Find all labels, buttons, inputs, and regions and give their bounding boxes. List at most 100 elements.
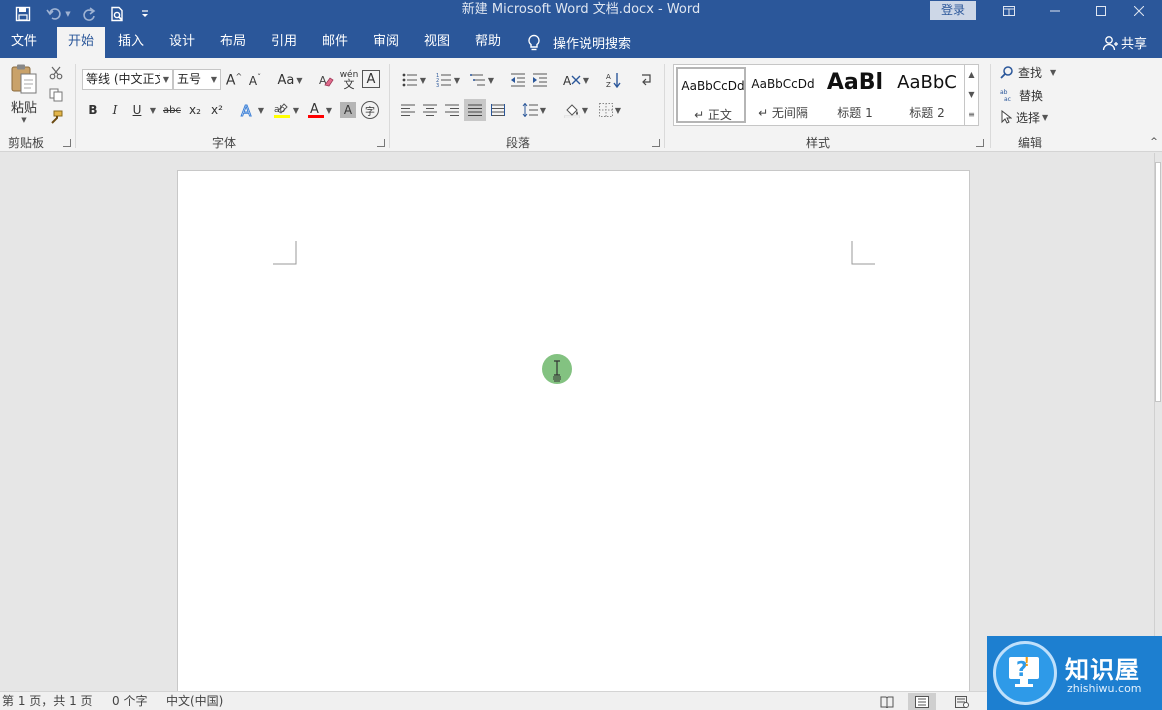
- chevron-down-icon: ▼: [581, 105, 589, 115]
- ribbon-display-options-button[interactable]: [986, 0, 1032, 22]
- strikethrough-button[interactable]: abc: [161, 100, 183, 120]
- tab-layout[interactable]: 布局: [209, 27, 257, 58]
- read-mode-button[interactable]: [873, 693, 901, 710]
- paragraph-mark-icon: [642, 74, 651, 86]
- share-button[interactable]: 共享: [1102, 27, 1147, 58]
- font-family-combo[interactable]: 等线 (中文正文) ▼: [82, 69, 173, 90]
- select-button[interactable]: 选择 ▼: [1000, 108, 1062, 126]
- tab-design[interactable]: 设计: [158, 27, 206, 58]
- superscript-button[interactable]: x²: [207, 100, 227, 120]
- page-count[interactable]: 第 1 页，共 1 页: [2, 693, 93, 710]
- word-count[interactable]: 0 个字: [112, 693, 147, 710]
- print-layout-button[interactable]: [908, 693, 936, 710]
- align-left-button[interactable]: [398, 100, 418, 120]
- increase-indent-button[interactable]: [530, 70, 550, 90]
- cut-button[interactable]: [46, 64, 66, 82]
- line-spacing-icon: [522, 103, 538, 117]
- language-indicator[interactable]: 中文(中国): [166, 693, 223, 710]
- line-spacing-button[interactable]: ▼: [518, 100, 550, 120]
- distributed-icon: [491, 104, 505, 116]
- customize-qat-button[interactable]: [134, 0, 156, 27]
- align-center-button[interactable]: [420, 100, 440, 120]
- gallery-scroll-down[interactable]: ▼: [964, 85, 978, 105]
- style-no-spacing[interactable]: AaBbCcDd ↵ 无间隔: [748, 67, 818, 123]
- highlight-button[interactable]: ab ▼: [270, 100, 302, 120]
- gallery-more[interactable]: ≡: [964, 105, 978, 125]
- character-border-button[interactable]: A: [362, 70, 380, 88]
- style-heading-2[interactable]: AaBbC 标题 2: [892, 67, 962, 123]
- svg-text:ab: ab: [1000, 89, 1008, 96]
- replace-button[interactable]: ab ac 替换: [1000, 86, 1052, 104]
- tab-references[interactable]: 引用: [260, 27, 308, 58]
- svg-text:ab: ab: [274, 105, 286, 115]
- text-effects-button[interactable]: A ▼: [237, 100, 267, 120]
- style-normal[interactable]: AaBbCcDd ↵ 正文: [676, 67, 746, 123]
- underline-button[interactable]: U: [128, 100, 146, 120]
- undo-dropdown[interactable]: ▼: [62, 0, 74, 27]
- bold-button[interactable]: B: [84, 100, 102, 120]
- bullets-button[interactable]: ▼: [398, 70, 430, 90]
- character-shading-button[interactable]: A: [340, 102, 356, 118]
- ibeam-cursor-icon: [553, 360, 561, 382]
- web-layout-button[interactable]: [948, 693, 976, 710]
- scrollbar-thumb[interactable]: [1155, 162, 1161, 402]
- font-color-button[interactable]: A ▼: [305, 100, 335, 120]
- maximize-icon: [1096, 6, 1106, 16]
- replace-icon: abac: [1000, 89, 1011, 102]
- tab-file[interactable]: 文件: [0, 27, 48, 58]
- tab-home[interactable]: 开始: [57, 27, 105, 58]
- redo-button[interactable]: [76, 0, 102, 27]
- tab-mailings[interactable]: 邮件: [311, 27, 359, 58]
- styles-launcher[interactable]: [976, 139, 984, 147]
- clipboard-launcher[interactable]: [63, 139, 71, 147]
- font-family-value: 等线 (中文正文): [86, 72, 172, 86]
- print-preview-icon: [111, 6, 123, 21]
- borders-button[interactable]: ▼: [594, 100, 626, 120]
- underline-dropdown[interactable]: ▼: [146, 100, 158, 120]
- find-button[interactable]: 查找 ▼: [1000, 63, 1062, 81]
- tab-view[interactable]: 视图: [413, 27, 461, 58]
- sort-button[interactable]: AZ: [604, 70, 624, 90]
- change-case-button[interactable]: Aa ▼: [274, 70, 306, 90]
- character-shading-icon: A: [343, 103, 353, 117]
- decrease-indent-button[interactable]: [508, 70, 528, 90]
- chevron-down-icon: ▼: [160, 70, 172, 89]
- paste-button[interactable]: 粘贴 ▼: [6, 62, 42, 124]
- numbering-button[interactable]: 1 2 3 ▼: [432, 70, 464, 90]
- grow-font-button[interactable]: A^: [225, 70, 243, 90]
- tab-help[interactable]: 帮助: [464, 27, 512, 58]
- tell-me-search[interactable]: 操作说明搜索: [527, 27, 631, 58]
- align-right-button[interactable]: [442, 100, 462, 120]
- collapse-ribbon-button[interactable]: ^: [1148, 136, 1160, 148]
- enclose-characters-button[interactable]: 字: [361, 101, 379, 119]
- shrink-font-button[interactable]: Aˇ: [246, 70, 264, 90]
- copy-button[interactable]: [46, 86, 66, 104]
- tab-insert[interactable]: 插入: [107, 27, 155, 58]
- style-heading-1[interactable]: AaBl 标题 1: [820, 67, 890, 123]
- gallery-scroll-up[interactable]: ▲: [964, 65, 978, 85]
- font-size-combo[interactable]: 五号 ▼: [173, 69, 221, 90]
- print-preview-button[interactable]: [104, 0, 130, 27]
- login-button[interactable]: 登录: [930, 1, 976, 20]
- format-painter-button[interactable]: [46, 108, 66, 126]
- justify-button[interactable]: [464, 99, 486, 121]
- search-icon: [1000, 66, 1013, 79]
- clear-formatting-button[interactable]: A: [316, 70, 336, 90]
- chevron-up-icon: ^: [1150, 137, 1158, 147]
- show-marks-button[interactable]: [636, 70, 656, 90]
- multilevel-list-button[interactable]: ▼: [466, 70, 498, 90]
- chevron-up-icon: ▲: [968, 70, 975, 79]
- save-button[interactable]: [10, 0, 36, 27]
- italic-button[interactable]: I: [106, 100, 124, 120]
- close-button[interactable]: [1116, 0, 1162, 22]
- shading-button[interactable]: ▼: [560, 100, 592, 120]
- document-page[interactable]: [177, 170, 970, 710]
- minimize-button[interactable]: [1032, 0, 1078, 22]
- chinese-layout-button[interactable]: A ▼: [560, 70, 592, 90]
- tab-review[interactable]: 审阅: [362, 27, 410, 58]
- subscript-button[interactable]: x₂: [185, 100, 205, 120]
- distributed-button[interactable]: [488, 100, 508, 120]
- font-launcher[interactable]: [377, 139, 385, 147]
- phonetic-guide-button[interactable]: wén 文: [338, 68, 360, 92]
- paragraph-launcher[interactable]: [652, 139, 660, 147]
